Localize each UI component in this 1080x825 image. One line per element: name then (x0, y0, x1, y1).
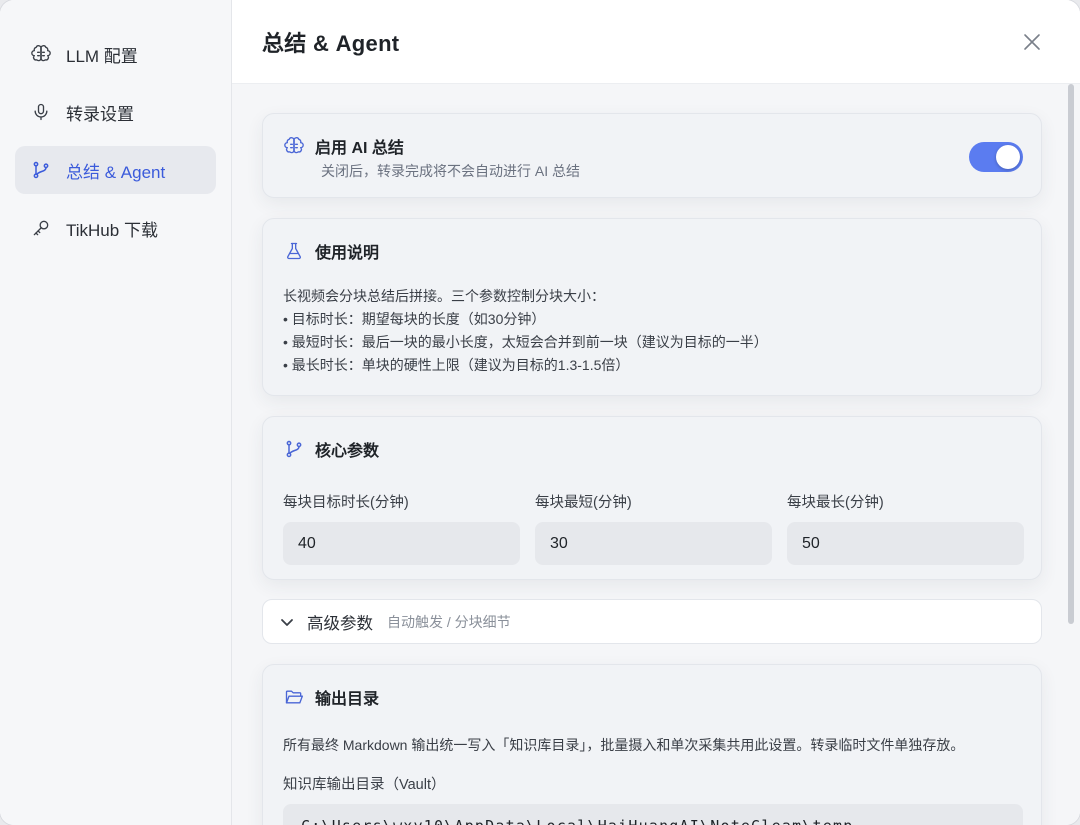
output-dir-card: 输出目录 所有最终 Markdown 输出统一写入「知识库目录」，批量摄入和单次… (262, 664, 1042, 825)
param-target: 每块目标时长(分钟) (283, 491, 520, 565)
sidebar-item-label: LLM 配置 (66, 46, 138, 66)
sidebar-item-llm[interactable]: LLM 配置 (15, 30, 216, 78)
ai-summary-card: 启用 AI 总结 关闭后，转录完成将不会自动进行 AI 总结 (262, 113, 1042, 198)
output-dir-title: 输出目录 (315, 691, 380, 708)
close-icon (1024, 34, 1040, 50)
param-label: 每块目标时长(分钟) (283, 495, 409, 511)
usage-line: 长视频会分块总结后拼接。三个参数控制分块大小： (283, 288, 605, 304)
close-button[interactable] (1020, 30, 1044, 54)
core-params-title: 核心参数 (315, 443, 380, 460)
settings-window: LLM 配置 转录设置 总结 & Agent TikHub 下载 总结 & Ag… (0, 0, 1080, 825)
param-label: 每块最长(分钟) (787, 495, 884, 511)
brain-icon (30, 43, 52, 65)
settings-content[interactable]: 启用 AI 总结 关闭后，转录完成将不会自动进行 AI 总结 使用说明 长视频会… (232, 84, 1080, 825)
sidebar: LLM 配置 转录设置 总结 & Agent TikHub 下载 (0, 0, 232, 825)
param-label: 每块最短(分钟) (535, 495, 632, 511)
scrollbar[interactable] (1068, 84, 1074, 624)
core-params-card: 核心参数 每块目标时长(分钟) 每块最短(分钟) 每块最长(分钟) (262, 416, 1042, 580)
key-icon (30, 217, 52, 239)
sidebar-item-label: 转录设置 (66, 104, 134, 124)
param-min: 每块最短(分钟) (535, 491, 772, 565)
usage-line: • 目标时长：期望每块的长度（如30分钟） (283, 311, 546, 327)
sidebar-item-tikhub[interactable]: TikHub 下载 (15, 204, 216, 252)
vault-label: 知识库输出目录（Vault） (283, 777, 446, 793)
page-title: 总结 & Agent (262, 30, 400, 56)
flask-icon (283, 240, 305, 262)
chevron-down-icon (279, 614, 295, 630)
header: 总结 & Agent (232, 0, 1080, 84)
git-branch-icon (283, 438, 305, 460)
min-duration-input[interactable] (535, 522, 772, 565)
sidebar-item-transcription[interactable]: 转录设置 (15, 88, 216, 136)
sidebar-item-summary-agent[interactable]: 总结 & Agent (15, 146, 216, 194)
usage-line: • 最短时长：最后一块的最小长度，太短会合并到前一块（建议为目标的一半） (283, 334, 768, 350)
folder-open-icon (283, 686, 305, 708)
usage-line: • 最长时长：单块的硬性上限（建议为目标的1.3-1.5倍） (283, 357, 630, 373)
ai-summary-title: 启用 AI 总结 (315, 140, 404, 157)
ai-summary-subtitle: 关闭后，转录完成将不会自动进行 AI 总结 (321, 163, 581, 179)
advanced-subtitle: 自动触发 / 分块细节 (387, 613, 511, 630)
vault-path-input[interactable] (283, 804, 1023, 825)
output-dir-description: 所有最终 Markdown 输出统一写入「知识库目录」，批量摄入和单次采集共用此… (283, 737, 965, 753)
ai-summary-toggle[interactable] (969, 142, 1023, 172)
main-panel: 总结 & Agent 启用 AI 总结 关闭后，转录完成将不会自动进行 AI 总… (232, 0, 1080, 825)
sidebar-item-label: 总结 & Agent (66, 162, 166, 182)
sidebar-item-label: TikHub 下载 (66, 220, 158, 240)
target-duration-input[interactable] (283, 522, 520, 565)
git-branch-icon (30, 159, 52, 181)
usage-title: 使用说明 (315, 245, 380, 262)
microphone-icon (30, 101, 52, 123)
usage-card: 使用说明 长视频会分块总结后拼接。三个参数控制分块大小： • 目标时长：期望每块… (262, 218, 1042, 396)
param-max: 每块最长(分钟) (787, 491, 1024, 565)
brain-icon (283, 135, 305, 157)
max-duration-input[interactable] (787, 522, 1024, 565)
toggle-knob (996, 145, 1020, 169)
usage-text: 长视频会分块总结后拼接。三个参数控制分块大小： • 目标时长：期望每块的长度（如… (283, 285, 1021, 377)
advanced-title: 高级参数 (307, 614, 373, 633)
advanced-params-toggle[interactable]: 高级参数 自动触发 / 分块细节 (262, 599, 1042, 644)
